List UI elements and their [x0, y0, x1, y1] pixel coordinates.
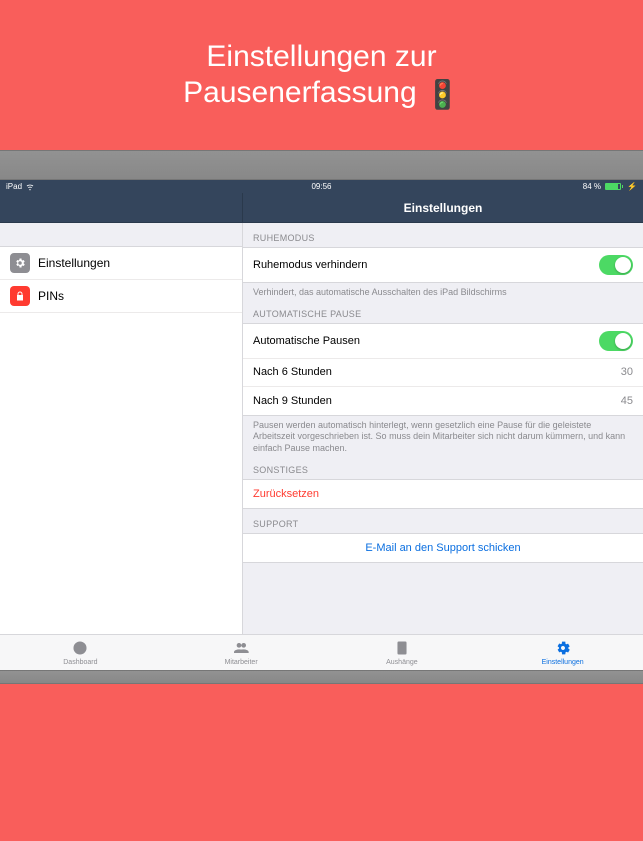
status-bar: iPad 09:56 84 % ⚡ [0, 180, 643, 193]
gear-icon [555, 640, 571, 658]
row-autopause-toggle[interactable]: Automatische Pausen [243, 324, 643, 359]
charging-icon: ⚡ [627, 182, 637, 191]
switch-autopause[interactable] [599, 331, 633, 351]
promo-title-line2: Pausenerfassung [183, 76, 417, 109]
tab-employees[interactable]: Mitarbeiter [161, 635, 322, 670]
reset-label: Zurücksetzen [253, 488, 319, 500]
tab-label: Mitarbeiter [225, 659, 258, 666]
row-after-9h[interactable]: Nach 9 Stunden 45 [243, 387, 643, 415]
ipad-screen: iPad 09:56 84 % ⚡ Einstellungen [0, 180, 643, 670]
people-icon [233, 640, 249, 658]
tab-dashboard[interactable]: Dashboard [0, 635, 161, 670]
status-time: 09:56 [0, 182, 643, 191]
gear-icon [10, 253, 30, 273]
tab-settings[interactable]: Einstellungen [482, 635, 643, 670]
section-header-support: SUPPORT [243, 509, 643, 533]
row-label: Ruhemodus verhindern [253, 259, 367, 271]
tab-bar: Dashboard Mitarbeiter Aushänge [0, 634, 643, 670]
sidebar: Einstellungen PINs [0, 223, 243, 634]
promo-header: Einstellungen zur Pausenerfassung 🚦 [0, 0, 643, 150]
row-email-support[interactable]: E-Mail an den Support schicken [243, 534, 643, 562]
tab-posts[interactable]: Aushänge [322, 635, 483, 670]
switch-prevent-sleep[interactable] [599, 255, 633, 275]
section-header-autopause: AUTOMATISCHE PAUSE [243, 299, 643, 323]
traffic-light-icon: 🚦 [425, 79, 460, 110]
lock-icon [10, 286, 30, 306]
sidebar-item-label: Einstellungen [38, 256, 110, 270]
row-label: Nach 9 Stunden [253, 395, 332, 407]
tab-label: Aushänge [386, 659, 418, 666]
promo-title-line1: Einstellungen zur [206, 40, 436, 73]
device-bezel-top [0, 150, 643, 180]
menu-circle-icon [72, 640, 88, 658]
promo-footer-fill [0, 684, 643, 841]
support-link-label: E-Mail an den Support schicken [365, 542, 520, 554]
detail-pane: RUHEMODUS Ruhemodus verhindern Verhinder… [243, 223, 643, 634]
document-icon [394, 640, 410, 658]
wifi-icon [26, 183, 34, 191]
sidebar-item-pins[interactable]: PINs [0, 280, 242, 313]
row-value: 45 [621, 395, 633, 407]
section-header-sleep: RUHEMODUS [243, 223, 643, 247]
battery-icon [605, 183, 621, 190]
row-prevent-sleep[interactable]: Ruhemodus verhindern [243, 248, 643, 282]
tab-label: Dashboard [63, 659, 97, 666]
tab-label: Einstellungen [542, 659, 584, 666]
sidebar-item-label: PINs [38, 289, 64, 303]
status-device: iPad [6, 182, 22, 191]
section-footer-autopause: Pausen werden automatisch hinterlegt, we… [243, 416, 643, 455]
nav-title: Einstellungen [243, 193, 643, 222]
row-label: Automatische Pausen [253, 335, 360, 347]
row-after-6h[interactable]: Nach 6 Stunden 30 [243, 359, 643, 387]
device-bezel-bottom [0, 670, 643, 684]
section-footer-sleep: Verhindert, das automatische Ausschalten… [243, 283, 643, 299]
row-value: 30 [621, 366, 633, 378]
row-reset[interactable]: Zurücksetzen [243, 480, 643, 508]
row-label: Nach 6 Stunden [253, 366, 332, 378]
sidebar-item-settings[interactable]: Einstellungen [0, 247, 242, 280]
section-header-other: SONSTIGES [243, 455, 643, 479]
status-battery-text: 84 % [583, 182, 601, 191]
nav-bar: Einstellungen [0, 193, 643, 223]
promo-title: Einstellungen zur Pausenerfassung 🚦 [183, 39, 460, 112]
